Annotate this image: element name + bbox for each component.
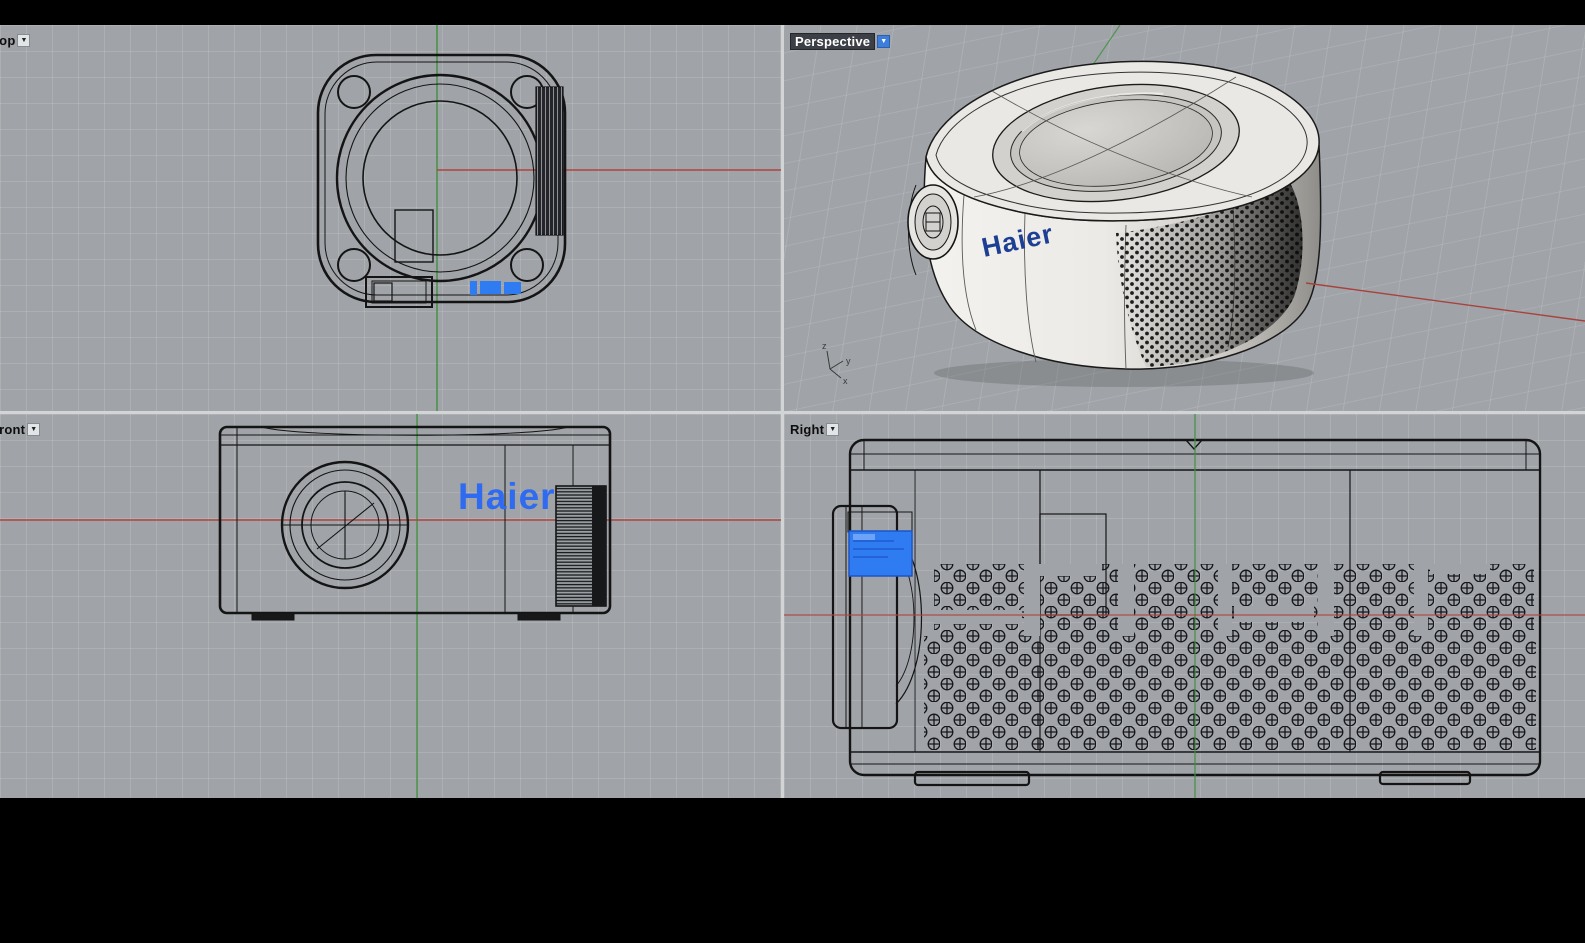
selected-object-highlight[interactable] (470, 281, 521, 295)
x-axis-line (1306, 283, 1585, 321)
perspective-view-drawing: Haier z y x (784, 25, 1585, 411)
viewport-menu-arrow-icon[interactable]: ▼ (877, 35, 890, 48)
axis-y-label: y (846, 356, 851, 366)
viewport-perspective[interactable]: Haier z y x Perspective ▼ (784, 25, 1585, 411)
viewport-right[interactable]: Right ▼ (784, 414, 1585, 798)
top-view-axes (437, 25, 781, 411)
axis-x-label: x (843, 376, 848, 386)
right-view-grille (924, 564, 1536, 750)
viewport-front[interactable]: Haier Front ▼ (0, 414, 781, 798)
viewport-menu-arrow-icon[interactable]: ▼ (27, 423, 40, 436)
viewport-title-right[interactable]: Right (790, 422, 824, 437)
viewport-menu-arrow-icon[interactable]: ▼ (826, 423, 839, 436)
top-bar (0, 0, 1585, 25)
perspective-model[interactable]: Haier (908, 61, 1321, 369)
axis-indicator: z y x (822, 341, 851, 386)
selected-object-highlight[interactable] (849, 531, 912, 576)
top-view-drawing (0, 25, 781, 411)
front-view-axes (0, 414, 781, 798)
viewport-top[interactable]: Top ▼ (0, 25, 781, 411)
viewport-title-front[interactable]: Front (0, 422, 25, 437)
viewport-title-perspective[interactable]: Perspective (790, 33, 875, 50)
front-view-model[interactable] (220, 427, 610, 620)
right-view-drawing (784, 414, 1585, 798)
axis-z-label: z (822, 341, 827, 351)
front-view-drawing: Haier (0, 414, 781, 798)
top-view-model[interactable] (318, 55, 565, 307)
brand-logo-front: Haier (458, 476, 556, 517)
viewport-area: Top ▼ (0, 25, 1585, 798)
viewport-menu-arrow-icon[interactable]: ▼ (17, 34, 30, 47)
viewport-title-top[interactable]: Top (0, 33, 15, 48)
bottom-black-area (0, 798, 1585, 943)
cad-window: Top ▼ (0, 0, 1585, 943)
